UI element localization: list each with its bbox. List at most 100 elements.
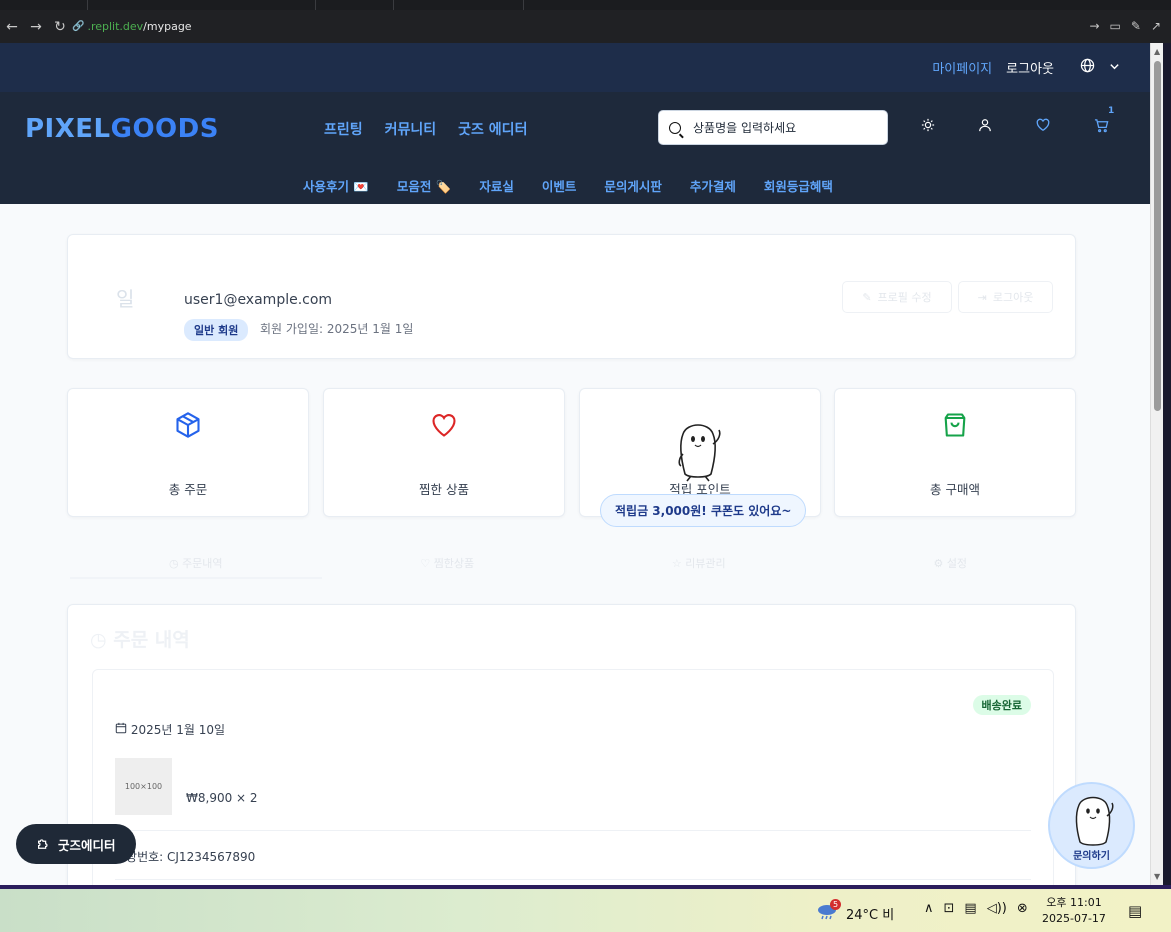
clock-icon: ◷ [168,557,179,570]
calendar-icon [115,722,131,737]
go-arrow-icon[interactable]: → [1089,19,1099,33]
mypage-tabs: ◷ 주문내역 ♡ 찜한상품 ☆ 리뷰관리 ⚙ 설정 [70,551,1076,579]
divider [115,879,1031,880]
page-scrollbar[interactable]: ▲ ▼ [1150,43,1163,885]
scrollbar-thumb[interactable] [1154,61,1161,411]
orders-title-text: 주문 내역 [113,629,190,651]
address-bar[interactable]: 🔗 .replit.dev /mypage [72,15,1088,37]
nav-goods-editor[interactable]: 굿즈 에디터 [458,119,527,139]
mascot-icon [1075,796,1114,846]
gear-icon: ⚙ [933,557,944,570]
logo-text-goods: GOODS [110,114,219,144]
tab-label: 주문내역 [182,557,223,570]
top-utility-bar: 마이페이지 로그아웃 [0,43,1150,92]
notification-icon[interactable]: ▤ [1128,902,1142,920]
points-speech-bubble: 적립금 3,000원! 쿠폰도 있어요~ [600,494,807,527]
page-viewport: 마이페이지 로그아웃 PIXELGOODS 프린팅 커뮤니티 굿즈 에디터 상품… [0,43,1150,885]
cart-icon[interactable] [1094,118,1109,137]
subnav-resources[interactable]: 자료실 [479,176,514,195]
main-nav: 프린팅 커뮤니티 굿즈 에디터 [324,119,527,139]
weather-widget[interactable]: 24°C 비 [816,901,894,925]
browser-tab[interactable] [88,0,316,10]
star-icon: ☆ [671,557,682,570]
search-input[interactable]: 상품명을 입력하세요 [658,110,888,145]
wrench-icon[interactable]: ✎ [1131,19,1141,33]
system-tray: ∧ ⊡ ▤ ◁)) ⊗ [924,901,1028,916]
subnav-member-benefits[interactable]: 회원등급혜택 [764,176,833,195]
order-item[interactable]: 배송완료 2025년 1월 10일 100×100 ₩8,900 × 2 송장번… [92,669,1054,885]
stat-card-total-spent[interactable]: 총 구매액 [834,388,1076,517]
search-icon [669,121,681,134]
display-icon[interactable]: ▭ [1110,19,1121,33]
edit-profile-button[interactable]: ✎ 프로필 수정 [842,281,952,313]
join-date: 회원 가입일: 2025년 1월 1일 [260,322,414,336]
subnav-collections[interactable]: 모음전 🏷️ [397,176,451,195]
weather-text: 24°C 비 [846,907,895,923]
stat-card-wishlist[interactable]: 찜한 상품 [323,388,565,517]
meet-icon[interactable]: ⊡ [944,901,955,916]
shopping-bag-icon [835,411,1075,445]
stat-card-total-orders[interactable]: 총 주문 [67,388,309,517]
back-icon[interactable]: ← [0,15,24,39]
volume-icon[interactable]: ◁)) [987,901,1007,916]
inquiry-label: 문의하기 [1073,851,1110,862]
chevron-down-icon[interactable] [1109,61,1120,75]
logout-button[interactable]: ⇥ 로그아웃 [958,281,1053,313]
stat-label: 총 구매액 [930,482,980,497]
tab-label: 설정 [946,557,968,570]
globe-icon[interactable] [1080,58,1095,77]
forward-icon[interactable]: → [24,15,48,39]
heart-icon [324,411,564,445]
mypage-link[interactable]: 마이페이지 [932,58,992,77]
reload-icon[interactable]: ↻ [48,15,72,39]
heart-icon: ♡ [420,557,431,570]
scroll-up-icon[interactable]: ▲ [1154,47,1160,56]
browser-tab[interactable] [0,0,88,10]
browser-tab-strip [0,0,1171,10]
divider [115,830,1031,831]
member-grade-badge: 일반 회원 [184,319,249,341]
nav-printing[interactable]: 프린팅 [324,119,363,139]
user-icon[interactable] [978,118,992,136]
nav-community[interactable]: 커뮤니티 [385,119,437,139]
puzzle-icon [36,836,50,853]
cart-count-badge: 1 [1108,106,1115,116]
scroll-down-icon[interactable]: ▼ [1154,872,1160,881]
user-email: user1@example.com [184,292,333,308]
logout-link[interactable]: 로그아웃 [1006,58,1054,77]
goods-editor-fab[interactable]: 굿즈에디터 [16,824,136,864]
product-thumbnail[interactable]: 100×100 [115,758,172,815]
order-date-text: 2025년 1월 10일 [130,723,226,737]
open-external-icon[interactable]: ↗ [1151,19,1161,33]
browser-toolbar: ← → ↻ 🔗 .replit.dev /mypage → ▭ ✎ ↗ [0,10,1171,43]
tab-wishlist[interactable]: ♡ 찜한상품 [322,551,574,579]
status-badge: 배송완료 [972,695,1031,715]
browser-tab[interactable] [316,0,394,10]
tab-label: 찜한상품 [433,557,475,570]
logo-text-pixel: PIXEL [25,114,111,144]
wishlist-heart-icon[interactable] [1036,118,1050,136]
order-date: 2025년 1월 10일 [115,721,225,738]
subnav-inquiry-board[interactable]: 문의게시판 [604,176,662,195]
taskbar-clock[interactable]: 오후 11:01 2025-07-17 [1042,895,1106,927]
chevron-up-icon[interactable]: ∧ [924,901,934,916]
subnav-reviews[interactable]: 사용후기 💌 [303,176,369,195]
tab-reviews[interactable]: ☆ 리뷰관리 [573,551,825,579]
browser-tab[interactable] [394,0,524,10]
os-taskbar: 24°C 비 5 ∧ ⊡ ▤ ◁)) ⊗ 오후 11:01 2025-07-17… [0,889,1171,932]
window-edge [1163,43,1171,885]
network-icon[interactable]: ▤ [964,901,976,916]
clock-date: 2025-07-17 [1042,912,1106,925]
url-host: .replit.dev [87,19,144,33]
subnav-events[interactable]: 이벤트 [542,176,577,195]
orders-title: ◷ 주문 내역 [90,625,190,652]
site-logo[interactable]: PIXELGOODS [25,114,219,144]
pencil-icon: ✎ [862,290,872,304]
avatar: 일 [116,287,135,311]
tab-settings[interactable]: ⚙ 설정 [825,551,1077,579]
subnav-extra-payment[interactable]: 추가결제 [690,176,736,195]
theme-sun-icon[interactable] [921,118,935,136]
status-x-icon[interactable]: ⊗ [1017,901,1028,916]
inquiry-fab[interactable]: 문의하기 [1048,782,1135,869]
tab-orders[interactable]: ◷ 주문내역 [70,551,322,579]
